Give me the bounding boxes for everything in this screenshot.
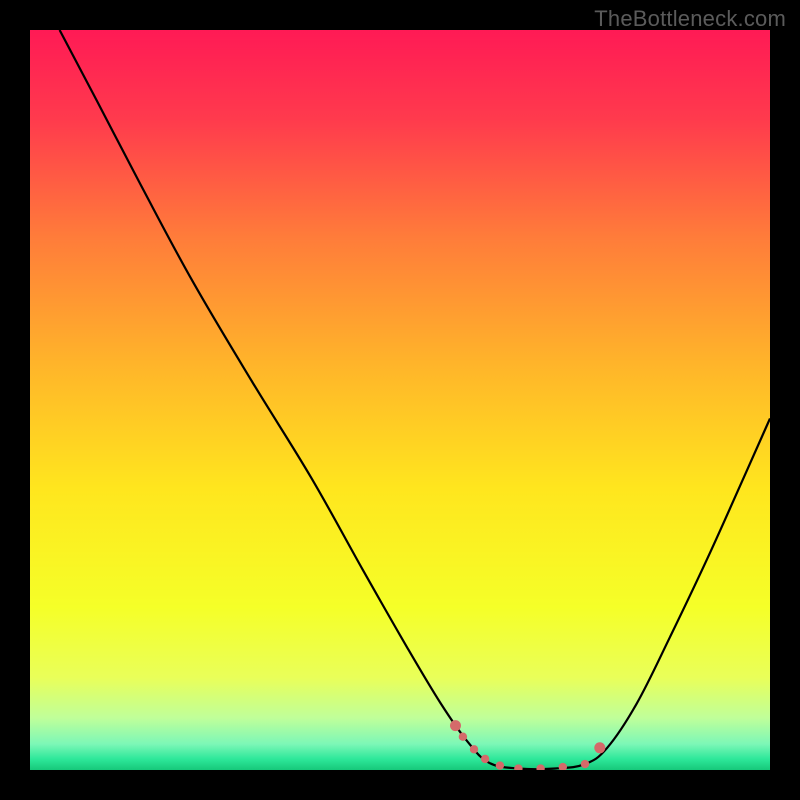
recommended-range-markers [450,720,605,770]
marker-dot [559,763,567,770]
markers-layer [30,30,770,770]
marker-dot [450,720,461,731]
plot-area [30,30,770,770]
marker-dot [514,764,522,770]
marker-dot [459,733,467,741]
chart-frame: TheBottleneck.com [0,0,800,800]
watermark-text: TheBottleneck.com [594,6,786,32]
marker-dot [470,745,478,753]
marker-dot [481,755,489,763]
marker-dot [581,760,589,768]
marker-dot [536,764,544,770]
marker-dot [496,761,504,769]
marker-dot [594,742,605,753]
